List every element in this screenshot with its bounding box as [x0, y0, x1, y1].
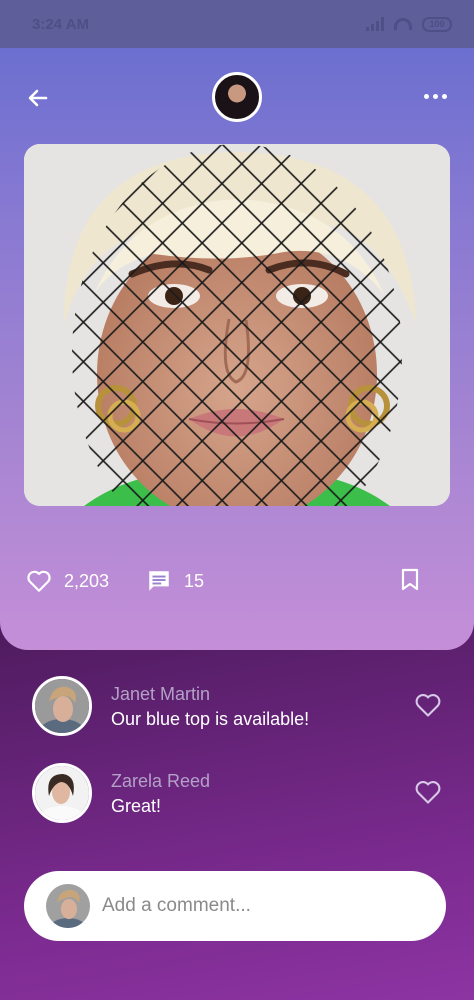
battery-level: 100: [429, 18, 445, 29]
comment-like-button[interactable]: [414, 779, 442, 810]
comment-icon: [149, 571, 169, 591]
more-horizontal-icon: [423, 93, 429, 99]
post-photo[interactable]: [24, 144, 450, 506]
comment-author[interactable]: Zarela Reed: [111, 771, 210, 792]
back-button[interactable]: [22, 82, 54, 114]
comment-composer: [24, 871, 446, 941]
comment-text: Great!: [111, 796, 162, 816]
avatar[interactable]: [32, 676, 92, 736]
status-time: 3:24 AM: [32, 15, 89, 33]
arrow-left-icon: [28, 89, 48, 107]
author-avatar[interactable]: [212, 72, 262, 122]
more-button[interactable]: [418, 86, 452, 106]
status-bar: 3:24 AM 100: [0, 0, 474, 48]
comment-item: Zarela Reed Great!: [0, 763, 474, 825]
like-count: 2,203: [64, 570, 110, 591]
heart-outline-icon: [415, 694, 441, 717]
bookmark-icon: [401, 568, 419, 591]
heart-outline-icon: [27, 570, 51, 592]
avatar[interactable]: [32, 763, 92, 823]
comment-like-button[interactable]: [414, 692, 442, 723]
wifi-icon: [394, 18, 412, 30]
comment-text: Our blue top is available!: [111, 709, 310, 729]
bookmark-button[interactable]: [400, 568, 420, 597]
comment-author[interactable]: Janet Martin: [111, 684, 210, 705]
current-user-avatar: [46, 884, 90, 928]
comment-action[interactable]: 15: [146, 566, 204, 596]
post-card: 2,203 15: [0, 48, 474, 650]
comment-count: 15: [184, 570, 205, 591]
heart-outline-icon: [415, 781, 441, 804]
post-actions: 2,203 15: [0, 566, 474, 596]
system-icons: 100: [366, 16, 452, 32]
battery-icon: 100: [422, 16, 452, 32]
signal-icon: [366, 17, 384, 31]
comment-input[interactable]: [102, 889, 422, 923]
like-action[interactable]: 2,203: [26, 566, 109, 596]
comment-item: Janet Martin Our blue top is available!: [0, 676, 474, 738]
